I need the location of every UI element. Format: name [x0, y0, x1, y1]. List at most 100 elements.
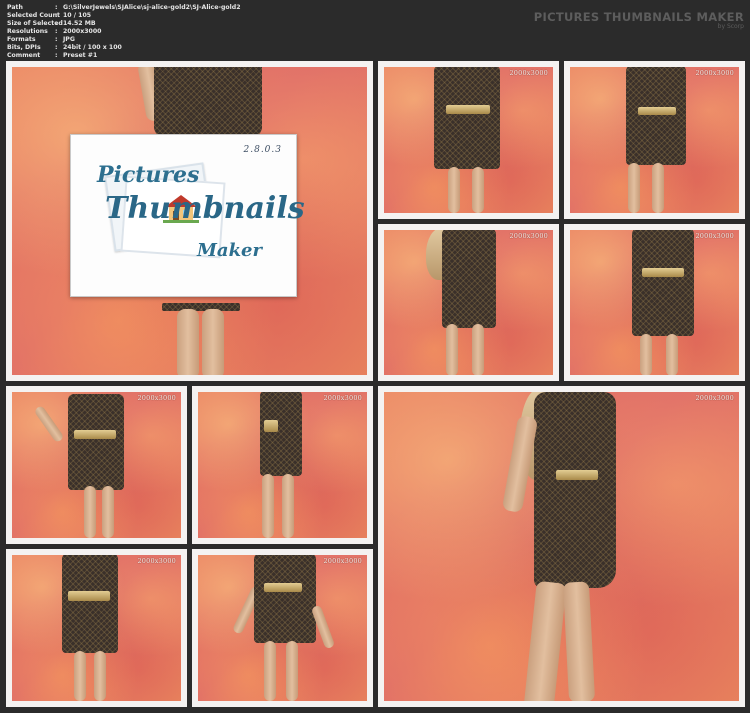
- info-value: 2000x3000: [63, 28, 102, 35]
- info-row-formats: Formats: JPG: [7, 36, 387, 44]
- info-value: JPG: [63, 36, 75, 43]
- figure-belt: [642, 268, 684, 277]
- resolution-label: 2000x3000: [137, 557, 176, 565]
- thumbnail[interactable]: 2000x3000: [564, 224, 745, 381]
- info-key: Comment: [7, 52, 41, 59]
- resolution-label: 2000x3000: [695, 394, 734, 402]
- figure-belt: [264, 583, 302, 592]
- info-value: 10 / 105: [63, 12, 92, 19]
- figure-leg: [446, 324, 458, 375]
- figure-leg: [640, 334, 652, 375]
- figure-leg: [286, 641, 298, 701]
- figure-arm: [33, 404, 65, 444]
- figure-dress: [632, 230, 694, 336]
- figure-dress: [154, 67, 262, 137]
- thumbnail[interactable]: 2000x3000: [378, 224, 559, 381]
- info-key: Formats: [7, 36, 36, 43]
- info-key: Resolutions: [7, 28, 48, 35]
- thumbnail[interactable]: 2000x3000: [192, 549, 373, 707]
- resolution-label: 2000x3000: [323, 394, 362, 402]
- info-key: Path: [7, 4, 23, 11]
- figure-leg: [202, 309, 224, 375]
- brand: PICTURES THUMBNAILS MAKER by Scorp: [534, 11, 744, 31]
- info-row-resolutions: Resolutions:2000x3000: [7, 28, 387, 36]
- thumbnail-photo: 2000x3000: [570, 230, 739, 375]
- figure-belt: [264, 420, 278, 432]
- figure-dress: [62, 555, 118, 653]
- figure-leg: [562, 581, 596, 701]
- info-separator: :: [55, 20, 58, 27]
- figure-leg: [84, 486, 96, 538]
- resolution-label: 2000x3000: [323, 557, 362, 565]
- figure-belt: [68, 591, 110, 601]
- thumbnail[interactable]: 2000x3000: [6, 386, 187, 544]
- figure-leg: [94, 651, 106, 701]
- info-row-comment: Comment: Preset #1: [7, 52, 387, 60]
- info-panel: Path: G:\SilverJewels\SJAlice\sj-alice-go…: [7, 4, 387, 60]
- thumbnail-large[interactable]: 2000x3000: [378, 386, 745, 707]
- figure-leg: [102, 486, 114, 538]
- figure-belt: [74, 430, 116, 439]
- figure-dress: [434, 67, 500, 169]
- figure-leg: [448, 167, 460, 213]
- resolution-label: 2000x3000: [509, 69, 548, 77]
- thumbnail-photo: 2000x3000: [12, 555, 181, 701]
- figure-leg: [74, 651, 86, 701]
- info-separator: :: [55, 4, 58, 11]
- info-separator: :: [55, 36, 58, 43]
- figure-leg: [666, 334, 678, 375]
- app-logo: 2.8.0.3 Pictures Thumbnails Maker: [70, 134, 305, 297]
- info-separator: :: [55, 44, 58, 51]
- resolution-label: 2000x3000: [695, 232, 734, 240]
- info-separator: :: [55, 12, 58, 19]
- thumbnail-photo: 2000x3000: [198, 555, 367, 701]
- thumbnail-photo: 2000x3000: [384, 392, 739, 701]
- thumbnail[interactable]: 2000x3000: [564, 61, 745, 219]
- resolution-label: 2000x3000: [695, 69, 734, 77]
- logo-word-pictures: Pictures: [97, 162, 200, 188]
- figure-dress-hem: [162, 303, 240, 311]
- figure-dress: [626, 67, 686, 165]
- logo-word-maker: Maker: [197, 240, 262, 261]
- info-value: Preset #1: [63, 52, 98, 59]
- info-row-size: Size of Selected:14.52 MB: [7, 20, 387, 28]
- thumbnail-photo: 2000x3000: [384, 67, 553, 213]
- resolution-label: 2000x3000: [509, 232, 548, 240]
- thumbnail-photo: 2000x3000: [384, 230, 553, 375]
- info-separator: :: [55, 28, 58, 35]
- thumbnail-photo: 2000x3000: [570, 67, 739, 213]
- thumbnail-main[interactable]: 2.8.0.3 Pictures Thumbnails Maker: [6, 61, 373, 381]
- info-value: G:\SilverJewels\SJAlice\sj-alice-gold2\S…: [63, 4, 241, 11]
- figure-dress: [68, 394, 124, 490]
- figure-belt: [446, 105, 490, 114]
- figure-leg: [282, 474, 294, 538]
- figure-belt: [556, 470, 598, 480]
- figure-leg: [472, 324, 484, 375]
- figure-leg: [652, 163, 664, 213]
- figure-dress: [534, 392, 616, 588]
- figure-belt: [638, 107, 676, 115]
- info-separator: :: [55, 52, 58, 59]
- figure-dress: [254, 555, 316, 643]
- logo-word-thumbnails: Thumbnails: [105, 191, 305, 226]
- info-key: Bits, DPIs: [7, 44, 41, 51]
- figure-dress: [260, 392, 302, 476]
- figure-leg: [523, 580, 567, 701]
- figure-leg: [628, 163, 640, 213]
- info-key: Size of Selected: [7, 20, 63, 27]
- thumbnail-photo: 2000x3000: [12, 392, 181, 538]
- thumbnail[interactable]: 2000x3000: [378, 61, 559, 219]
- info-value: 14.52 MB: [63, 20, 96, 27]
- info-key: Selected Count: [7, 12, 60, 19]
- resolution-label: 2000x3000: [137, 394, 176, 402]
- figure-leg: [262, 474, 274, 538]
- brand-title: PICTURES THUMBNAILS MAKER: [533, 10, 744, 24]
- thumbnail[interactable]: 2000x3000: [6, 549, 187, 707]
- info-row-path: Path: G:\SilverJewels\SJAlice\sj-alice-go…: [7, 4, 387, 12]
- figure-leg: [472, 167, 484, 213]
- thumbnail-photo: 2000x3000: [198, 392, 367, 538]
- info-value: 24bit / 100 x 100: [63, 44, 122, 51]
- figure-leg: [264, 641, 276, 701]
- info-row-bits-dpis: Bits, DPIs:24bit / 100 x 100: [7, 44, 387, 52]
- thumbnail[interactable]: 2000x3000: [192, 386, 373, 544]
